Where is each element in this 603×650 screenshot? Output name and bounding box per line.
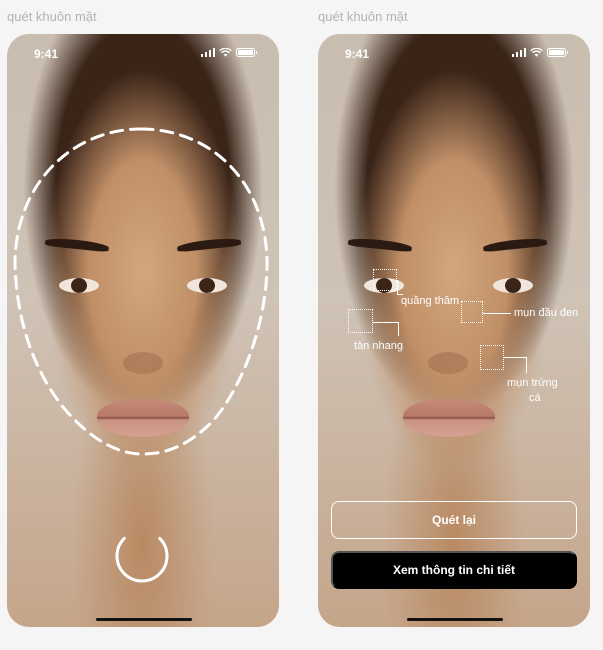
- connector-blackheads: [483, 313, 511, 314]
- frame-label-scan: quét khuôn mặt: [7, 9, 97, 24]
- frame-label-result: quét khuôn mặt: [318, 9, 408, 24]
- marker-blackheads[interactable]: [461, 301, 483, 323]
- marker-acne[interactable]: [480, 345, 504, 370]
- face-right-eye: [493, 278, 533, 293]
- connector-acne-v: [526, 357, 527, 373]
- battery-icon: [547, 48, 568, 57]
- face-left-brow: [347, 236, 413, 253]
- tag-blackheads: mụn đầu đen: [514, 307, 579, 319]
- status-time: 9:41: [345, 47, 370, 61]
- scan-result-screen: 9:41 quầng thâm mụn đầu đen tàn nhang mụ…: [318, 34, 590, 627]
- marker-freckles[interactable]: [348, 309, 373, 333]
- wifi-icon: [530, 48, 543, 57]
- signal-icon: [511, 48, 526, 57]
- face-right-brow: [482, 236, 548, 253]
- face-lips: [403, 399, 495, 437]
- home-indicator: [96, 618, 192, 621]
- tag-dark-circles: quầng thâm: [401, 295, 460, 307]
- tag-acne-line1: mụn trứng: [507, 377, 558, 389]
- face-scan-screen: 9:41: [7, 34, 279, 627]
- connector-acne-h: [504, 357, 526, 358]
- tag-freckles: tàn nhang: [354, 340, 403, 352]
- connector-freckles-v: [398, 322, 399, 336]
- connector-freckles-h: [373, 322, 398, 323]
- view-details-button[interactable]: Xem thông tin chi tiết: [331, 551, 577, 589]
- face-nose: [428, 352, 468, 374]
- status-bar: 9:41: [318, 34, 590, 74]
- marker-dark-circles[interactable]: [373, 269, 397, 291]
- tag-acne-line2: cá: [529, 392, 541, 404]
- home-indicator: [407, 618, 503, 621]
- rescan-button[interactable]: Quét lại: [331, 501, 577, 539]
- connector-dark-circles: [397, 280, 398, 294]
- loading-spinner-icon: [115, 536, 169, 583]
